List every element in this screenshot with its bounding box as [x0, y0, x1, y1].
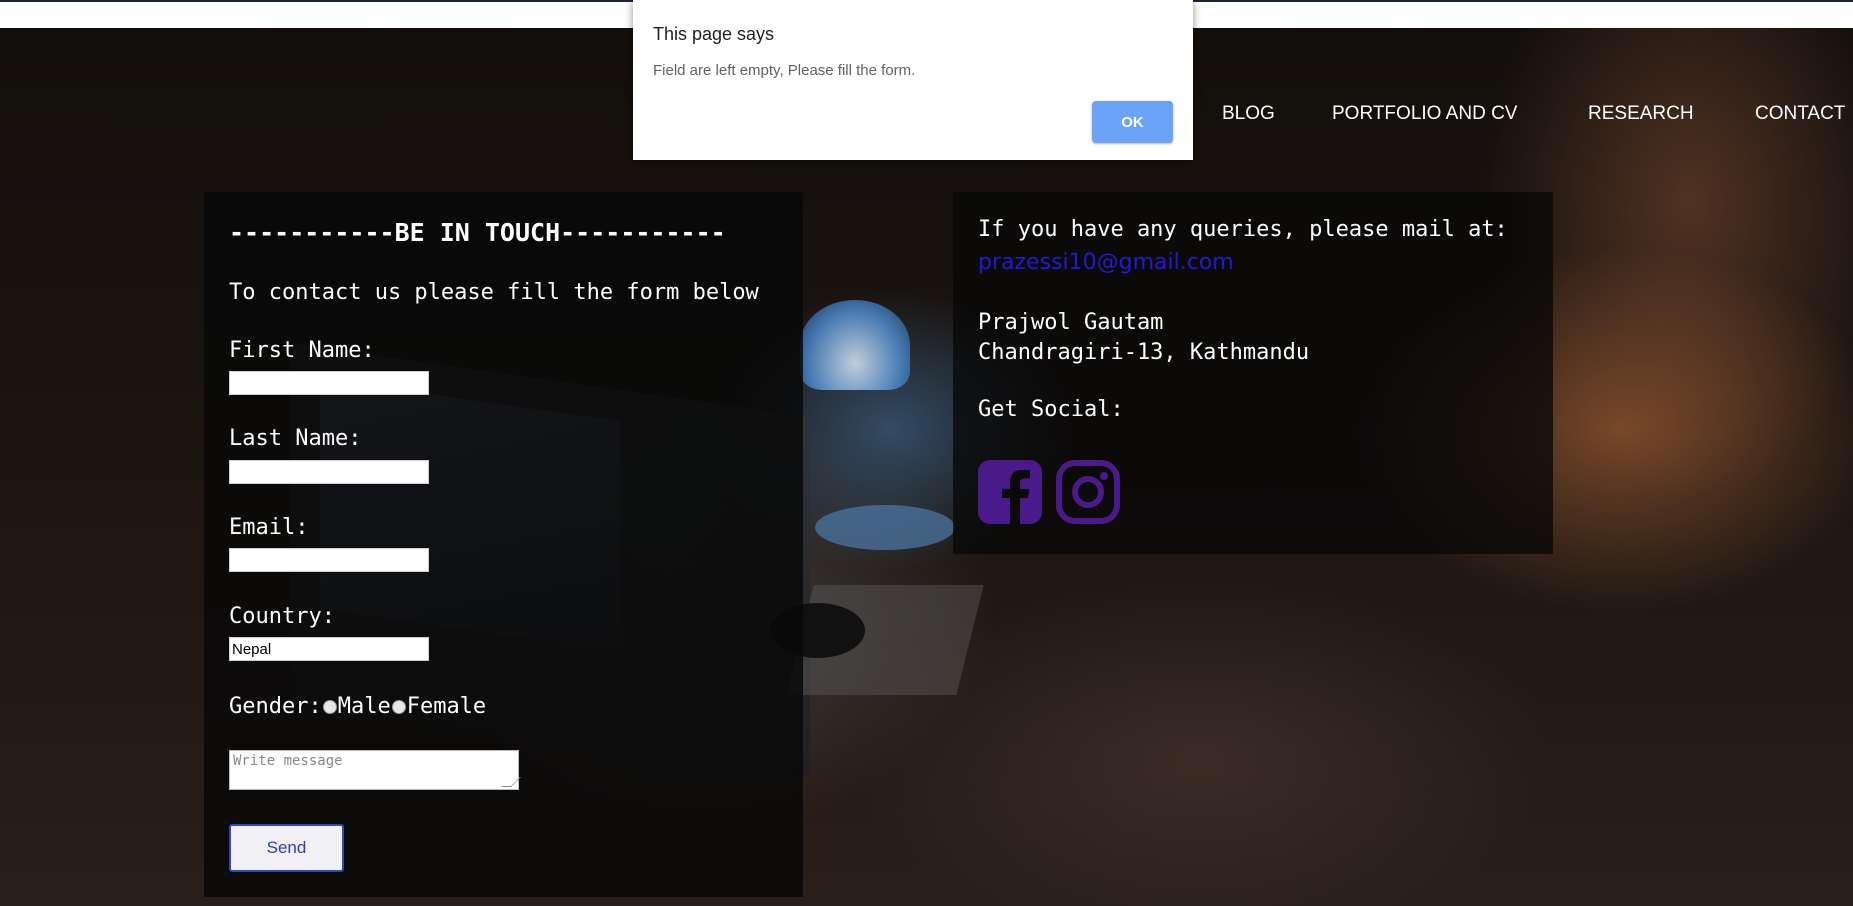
email-field[interactable]	[229, 548, 429, 572]
resize-handle-icon[interactable]	[501, 777, 521, 787]
send-button[interactable]: Send	[229, 824, 344, 872]
nav-research[interactable]: RESEARCH	[1588, 103, 1694, 125]
country-label: Country:	[229, 604, 335, 629]
message-placeholder: Write message	[233, 753, 343, 769]
owner-name: Prajwol Gautam	[978, 310, 1164, 335]
owner-address: Chandragiri-13, Kathmandu	[978, 340, 1310, 365]
contact-info-panel: If you have any queries, please mail at:…	[953, 192, 1553, 554]
message-textarea[interactable]: Write message	[229, 750, 521, 790]
first-name-field[interactable]	[229, 371, 429, 395]
gender-group: Gender: Male Female	[229, 694, 486, 719]
lamp-base-image	[815, 505, 955, 550]
gender-female-label: Female	[406, 694, 487, 719]
instagram-icon[interactable]	[1056, 460, 1120, 524]
nav-blog[interactable]: BLOG	[1222, 103, 1275, 125]
query-text: If you have any queries, please mail at:	[978, 217, 1508, 242]
dialog-ok-button[interactable]: OK	[1092, 101, 1173, 143]
lamp-image	[800, 300, 910, 390]
gender-female-radio[interactable]	[391, 699, 406, 714]
social-label: Get Social:	[978, 397, 1124, 422]
form-intro: To contact us please fill the form below	[229, 280, 759, 305]
dialog-message: Field are left empty, Please fill the fo…	[653, 62, 916, 79]
email-link[interactable]: prazessi10@gmail.com	[978, 250, 1234, 275]
dialog-title: This page says	[653, 24, 775, 44]
alert-dialog: This page says Field are left empty, Ple…	[633, 0, 1193, 160]
gender-label: Gender:	[229, 694, 322, 719]
gender-male-radio[interactable]	[322, 699, 337, 714]
first-name-label: First Name:	[229, 338, 375, 363]
country-field[interactable]	[229, 637, 429, 661]
form-heading: -----------BE IN TOUCH-----------	[229, 218, 726, 247]
nav-contact[interactable]: CONTACT	[1755, 103, 1845, 125]
last-name-field[interactable]	[229, 460, 429, 484]
nav-portfolio[interactable]: PORTFOLIO AND CV	[1332, 103, 1517, 125]
facebook-icon[interactable]	[978, 460, 1042, 524]
contact-form-panel: -----------BE IN TOUCH----------- To con…	[204, 192, 803, 897]
gender-male-label: Male	[337, 694, 391, 719]
email-label: Email:	[229, 515, 309, 540]
last-name-label: Last Name:	[229, 426, 362, 451]
